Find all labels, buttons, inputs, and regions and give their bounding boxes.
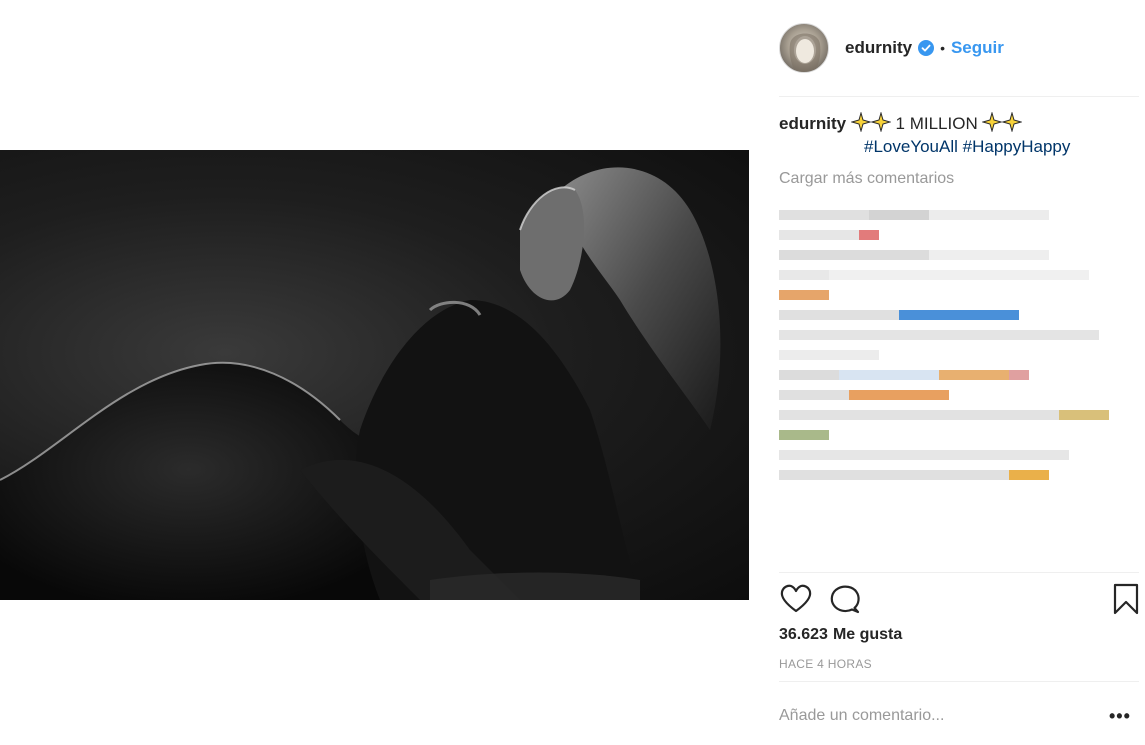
blurred-comment: [779, 470, 1139, 480]
caption-text: 1 MILLION: [895, 114, 978, 133]
comments-list: [779, 200, 1139, 570]
sparkles-icon: [850, 112, 871, 132]
header-separator: •: [940, 40, 945, 56]
blurred-comment: [779, 350, 1139, 360]
post-photo[interactable]: [0, 150, 749, 600]
blurred-comment: [779, 330, 1139, 340]
blurred-comment: [779, 410, 1139, 420]
avatar[interactable]: [779, 23, 829, 73]
post-header: edurnity • Seguir: [779, 22, 1139, 74]
avatar-portrait: [789, 33, 821, 72]
follow-button[interactable]: Seguir: [951, 38, 1004, 58]
divider: [779, 96, 1139, 97]
blurred-comment: [779, 390, 1139, 400]
blurred-comment: [779, 230, 1139, 240]
blurred-comment: [779, 450, 1139, 460]
bookmark-icon[interactable]: [1109, 582, 1143, 616]
caption-username[interactable]: edurnity: [779, 114, 846, 133]
divider: [779, 681, 1139, 682]
hashtag-link[interactable]: #HappyHappy: [963, 137, 1071, 156]
load-more-comments[interactable]: Cargar más comentarios: [779, 170, 954, 188]
header-username[interactable]: edurnity: [845, 38, 912, 58]
comment-icon[interactable]: [828, 582, 862, 616]
blurred-comment: [779, 210, 1139, 220]
heart-icon[interactable]: [779, 582, 813, 616]
photo-area: [0, 0, 750, 745]
divider: [779, 572, 1139, 573]
blurred-comment: [779, 310, 1139, 320]
blurred-comment: [779, 290, 1139, 300]
action-bar: [779, 582, 1139, 618]
blurred-comment: [779, 370, 1139, 380]
likes-label: Me gusta: [832, 626, 903, 643]
post-caption: edurnity 1 MILLION #LoveYouAll #HappyHap…: [779, 112, 1139, 158]
sparkles-icon: [1002, 112, 1023, 132]
caption-hashtags: #LoveYouAll #HappyHappy: [779, 135, 1139, 158]
likes-number: 36.623: [779, 626, 828, 643]
verified-badge-icon: [918, 40, 935, 56]
sparkles-icon: [982, 112, 1003, 132]
post-timestamp[interactable]: HACE 4 HORAS: [779, 657, 872, 671]
hashtag-link[interactable]: #LoveYouAll: [864, 137, 958, 156]
blurred-comment: [779, 250, 1139, 260]
blurred-comment: [779, 270, 1139, 280]
more-options-icon[interactable]: •••: [1109, 706, 1131, 727]
sparkles-icon: [870, 112, 891, 132]
likes-count[interactable]: 36.623 Me gusta: [779, 626, 902, 644]
blurred-comment: [779, 430, 1139, 440]
photo-figure: [0, 167, 721, 600]
post-side-panel: edurnity • Seguir edurnity 1 MILLION #Lo…: [779, 0, 1145, 745]
comment-input[interactable]: [779, 704, 1099, 728]
